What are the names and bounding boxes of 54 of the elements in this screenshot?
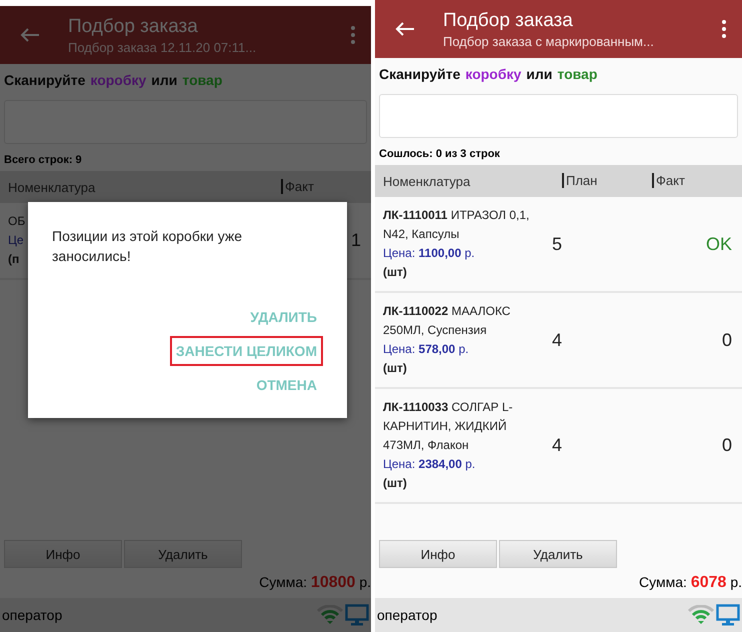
fact-quantity: 0	[722, 330, 732, 350]
monitor-icon	[345, 604, 369, 626]
item-name: ЛК-1110033 СОЛГАР L-КАРНИТИН, ЖИДКИЙ 473МЛ, Флакон	[383, 400, 513, 452]
fact-quantity: 0	[722, 435, 732, 455]
fact-quantity: OK	[706, 234, 732, 254]
plan-quantity: 4	[552, 330, 562, 350]
item-name: ОБ	[8, 214, 26, 228]
plan-quantity: 4	[552, 435, 562, 455]
item-unit: (шт)	[383, 476, 407, 490]
prompt-word: товар	[557, 66, 598, 82]
item-price: Цена: 578,00 р.	[383, 342, 469, 356]
total-sum: Сумма: 10800 р.	[259, 574, 371, 590]
prompt-word: Сканируйте	[4, 72, 86, 88]
item-price: Це	[8, 233, 24, 247]
back-arrow-icon[interactable]	[20, 27, 40, 43]
more-menu-icon[interactable]	[722, 20, 726, 38]
item-name: ЛК-1110022 МААЛОКС 250МЛ, Суспензия	[383, 304, 510, 337]
row-count: Сошлось: 0 из 3 строк	[378, 147, 501, 162]
column-header: План	[562, 173, 598, 188]
wifi-icon	[317, 605, 343, 625]
column-header: Номенклатура	[382, 174, 470, 188]
more-menu-icon[interactable]	[351, 26, 355, 44]
item-price: Цена: 2384,00 р.	[383, 457, 476, 471]
action-button[interactable]: Инфо	[379, 540, 497, 568]
user-role: оператор	[377, 607, 438, 623]
prompt-word: или	[526, 66, 552, 82]
prompt-word: товар	[182, 72, 222, 88]
row-count: Всего строк: 9	[3, 153, 83, 168]
prompt-word: или	[151, 72, 178, 88]
screen-subtitle: Подбор заказа с маркированным...	[443, 34, 655, 48]
column-header: Факт	[281, 179, 314, 194]
action-button[interactable]: Удалить	[499, 540, 617, 568]
prompt-word: коробку	[90, 72, 146, 88]
column-header: Факт	[652, 173, 685, 188]
item-unit: (п	[8, 252, 20, 266]
plan-quantity: 5	[552, 234, 562, 254]
monitor-icon	[716, 604, 740, 626]
item-price: Цена: 1100,00 р.	[383, 246, 475, 260]
prompt-word: Сканируйте	[379, 66, 460, 82]
column-header: Номенклатура	[7, 180, 96, 194]
item-name: ЛК-1110011 ИТРАЗОЛ 0,1, N42, Капсулы	[383, 208, 530, 241]
total-sum: Сумма: 6078 р.	[639, 574, 742, 590]
scan-field[interactable]	[379, 94, 738, 138]
item-unit: (шт)	[383, 361, 407, 375]
dialog-message: Позиции из этой коробки уже заносились!	[52, 228, 242, 264]
back-arrow-icon[interactable]	[395, 21, 415, 37]
item-unit: (шт)	[383, 265, 407, 279]
wifi-icon	[688, 605, 714, 625]
screen-subtitle: Подбор заказа 12.11.20 07:11...	[68, 40, 258, 54]
screen-title: Подбор заказа	[68, 16, 199, 38]
fact-quantity: 1	[350, 230, 361, 250]
screen-title: Подбор заказа	[443, 10, 574, 32]
prompt-word: коробку	[465, 66, 522, 82]
user-role: оператор	[2, 607, 62, 623]
